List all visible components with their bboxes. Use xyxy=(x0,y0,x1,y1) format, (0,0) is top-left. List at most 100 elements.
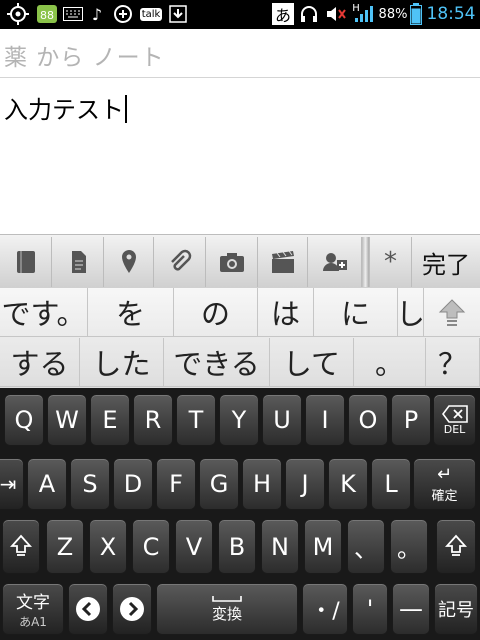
notebook-button[interactable] xyxy=(0,237,52,287)
camera-button[interactable] xyxy=(206,237,258,287)
candidate-row1-4[interactable]: は xyxy=(258,288,314,337)
delete-icon xyxy=(441,404,468,423)
camera-icon xyxy=(219,253,244,272)
dash-key[interactable]: — xyxy=(392,583,430,635)
input-mode-sub-label: あA1 xyxy=(19,615,47,629)
candidate-row1-2[interactable]: を xyxy=(88,288,174,337)
location-pin-icon xyxy=(121,250,136,273)
candidate-row1-5[interactable]: に xyxy=(314,288,398,337)
note-title-field[interactable]: 薬 から ノート xyxy=(0,29,480,78)
add-contact-button[interactable] xyxy=(308,237,362,287)
asterisk-button[interactable]: * xyxy=(370,237,412,287)
key-row2-6[interactable]: H xyxy=(242,458,282,510)
key-row3-6[interactable]: N xyxy=(261,519,299,574)
quote-key[interactable]: ' xyxy=(352,583,388,635)
key-row3-9[interactable]: 。 xyxy=(390,519,428,574)
candidate-row1-6[interactable]: し xyxy=(396,288,425,337)
key-row2-3[interactable]: D xyxy=(113,458,153,510)
notification-badge: 88 xyxy=(40,8,54,22)
cursor-right-key[interactable] xyxy=(112,583,152,635)
key-row1-7[interactable]: U xyxy=(262,394,302,446)
dash-label: — xyxy=(399,595,423,623)
location-button[interactable] xyxy=(104,237,154,287)
battery-icon xyxy=(410,3,422,25)
key-row2-2[interactable]: S xyxy=(70,458,110,510)
key-row2-5[interactable]: G xyxy=(199,458,239,510)
key-row2-8[interactable]: K xyxy=(328,458,368,510)
key-row3-8[interactable]: 、 xyxy=(347,519,385,574)
gps-icon xyxy=(6,3,30,25)
convert-space-key[interactable]: 変換 xyxy=(156,583,298,635)
symbol-key[interactable]: 記号 xyxy=(434,583,478,635)
candidate-row1-3[interactable]: の xyxy=(174,288,258,337)
toolbar-divider xyxy=(362,237,370,287)
talk-label: talk xyxy=(139,7,163,21)
key-row2-9[interactable]: L xyxy=(371,458,411,510)
key-row1-4[interactable]: R xyxy=(133,394,173,446)
confirm-label: 確定 xyxy=(431,489,458,504)
title-placeholder: 薬 から ノート xyxy=(4,45,165,71)
key-row3-4[interactable]: V xyxy=(175,519,213,574)
dot-slash-key[interactable]: ・/ xyxy=(302,583,348,635)
key-row2-1[interactable]: A xyxy=(27,458,67,510)
document-icon xyxy=(71,251,86,273)
key-row1-8[interactable]: I xyxy=(305,394,345,446)
input-mode-label: 文字 xyxy=(16,593,50,613)
add-contact-icon xyxy=(322,253,347,271)
candidate-row2-2[interactable]: した xyxy=(80,338,164,387)
key-row3-5[interactable]: B xyxy=(218,519,256,574)
quote-label: ' xyxy=(366,595,374,623)
key-row1-3[interactable]: E xyxy=(90,394,130,446)
key-row1-5[interactable]: T xyxy=(176,394,216,446)
tab-key[interactable]: ⇥ xyxy=(0,458,24,510)
key-row3-7[interactable]: M xyxy=(304,519,342,574)
key-row3-2[interactable]: X xyxy=(89,519,127,574)
tab-arrow-icon: ⇥ xyxy=(0,472,17,496)
done-button[interactable]: 完了 xyxy=(412,237,480,287)
shift-key-left[interactable] xyxy=(2,519,40,574)
attachment-button[interactable] xyxy=(154,237,206,287)
asterisk-label: * xyxy=(384,247,397,277)
delete-key[interactable]: DEL xyxy=(433,394,476,446)
key-row2-4[interactable]: F xyxy=(156,458,196,510)
note-body-editor[interactable]: 入力テスト xyxy=(0,78,480,228)
candidate-row2-3[interactable]: できる xyxy=(164,338,270,387)
insert-toolbar: * 完了 xyxy=(0,234,480,290)
expand-candidates-button[interactable] xyxy=(424,288,480,337)
delete-label: DEL xyxy=(443,422,466,436)
ime-mode-indicator: あ xyxy=(272,3,294,25)
candidate-row2-1[interactable]: する xyxy=(0,338,80,387)
key-row1-9[interactable]: O xyxy=(348,394,388,446)
symbol-label: 記号 xyxy=(438,600,474,621)
input-mode-key[interactable]: 文字 あA1 xyxy=(2,583,64,635)
key-row3-1[interactable]: Z xyxy=(46,519,84,574)
done-label: 完了 xyxy=(422,250,470,279)
software-keyboard: DEL ⇥ ↵ 確定 文字 あA1 変換 ・/ ' — 記号 QWERTYUIO… xyxy=(0,388,480,640)
talk-icon: talk xyxy=(139,3,163,25)
candidate-row2-5[interactable]: 。 xyxy=(354,338,426,387)
candidate-row1-1[interactable]: です。 xyxy=(0,288,88,337)
video-button[interactable] xyxy=(258,237,308,287)
candidate-row2-6[interactable]: ？ xyxy=(426,338,480,387)
enter-icon: ↵ xyxy=(436,464,453,485)
candidate-row2-4[interactable]: して xyxy=(270,338,354,387)
cursor-left-key[interactable] xyxy=(68,583,108,635)
shift-icon-right xyxy=(445,534,467,556)
candidate-bar: です。をのはにしする した できる して。？ xyxy=(0,288,480,388)
key-row1-2[interactable]: W xyxy=(47,394,87,446)
dot-slash-label: ・/ xyxy=(310,599,340,624)
shift-icon xyxy=(10,534,32,556)
notebook-icon xyxy=(16,251,35,273)
shift-key-right[interactable] xyxy=(436,519,476,574)
key-row1-10[interactable]: P xyxy=(391,394,431,446)
attach-document-button[interactable] xyxy=(52,237,104,287)
text-cursor xyxy=(125,95,127,123)
arrow-left-icon xyxy=(76,597,100,621)
key-row3-3[interactable]: C xyxy=(132,519,170,574)
clapperboard-icon xyxy=(271,250,294,273)
download-icon xyxy=(168,3,188,25)
key-row2-7[interactable]: J xyxy=(285,458,325,510)
key-row1-1[interactable]: Q xyxy=(4,394,44,446)
key-row1-6[interactable]: Y xyxy=(219,394,259,446)
confirm-key[interactable]: ↵ 確定 xyxy=(413,458,476,510)
